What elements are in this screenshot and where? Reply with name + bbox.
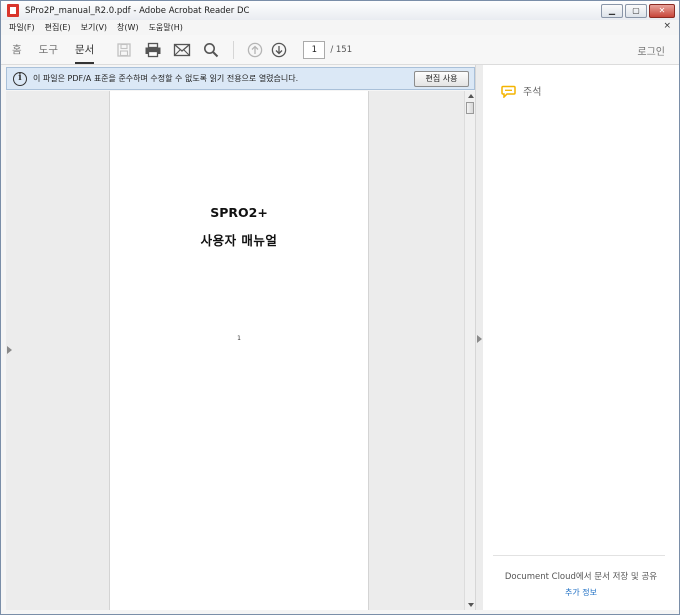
login-link[interactable]: 로그인: [637, 43, 665, 58]
toolbar: 홈 도구 문서 1 / 151 로그인: [1, 35, 679, 65]
save-icon[interactable]: [114, 40, 134, 60]
document-title: SPRO2+: [210, 205, 268, 220]
pdf-page: SPRO2+ 사용자 매뉴얼 1: [109, 91, 369, 610]
page-number-input[interactable]: 1: [303, 40, 326, 59]
comment-tool[interactable]: 주석: [501, 83, 542, 99]
document-viewport[interactable]: SPRO2+ 사용자 매뉴얼 1: [6, 91, 475, 610]
menu-help[interactable]: 도움말(H): [149, 22, 183, 33]
left-panel-toggle-icon[interactable]: [7, 346, 12, 354]
acrobat-window: SPro2P_manual_R2.0.pdf - Adobe Acrobat R…: [0, 0, 680, 615]
email-icon[interactable]: [172, 40, 192, 60]
pane-splitter[interactable]: [475, 65, 483, 610]
page-down-icon[interactable]: [269, 40, 289, 60]
info-message: 이 파일은 PDF/A 표준을 준수하며 수정할 수 없도록 읽기 전용으로 열…: [33, 74, 299, 83]
toolbar-separator: [233, 40, 235, 59]
tab-tools[interactable]: 도구: [39, 35, 58, 65]
page-total: / 151: [330, 44, 353, 55]
print-icon[interactable]: [143, 40, 163, 60]
scroll-down-icon[interactable]: [468, 603, 474, 607]
title-bar: SPro2P_manual_R2.0.pdf - Adobe Acrobat R…: [1, 1, 679, 20]
maximize-button[interactable]: ▢: [625, 4, 647, 18]
minimize-button[interactable]: ▁: [601, 4, 623, 18]
right-pane: 주석 Document Cloud에서 문서 저장 및 공유 추가 정보: [483, 65, 679, 610]
menu-view[interactable]: 보기(V): [81, 22, 107, 33]
close-button[interactable]: ✕: [649, 4, 675, 18]
document-subtitle: 사용자 매뉴얼: [200, 233, 278, 248]
menu-edit[interactable]: 편집(E): [45, 22, 71, 33]
acrobat-app-icon: [7, 4, 19, 17]
enable-editing-button[interactable]: 편집 사용: [414, 71, 469, 87]
comment-icon: [501, 85, 516, 99]
comment-label: 주석: [523, 87, 542, 98]
right-pane-divider: [493, 555, 665, 556]
window-controls: ▁ ▢ ✕: [601, 4, 675, 18]
right-panel-toggle-icon[interactable]: [477, 335, 482, 343]
document-cloud-text: Document Cloud에서 문서 저장 및 공유: [504, 572, 658, 582]
page-footer-number: 1: [237, 335, 241, 342]
search-icon[interactable]: [201, 40, 221, 60]
close-document-button[interactable]: ×: [663, 21, 671, 31]
scroll-up-icon[interactable]: [468, 94, 474, 98]
menu-window[interactable]: 창(W): [117, 22, 139, 33]
menu-bar: 파일(F) 편집(E) 보기(V) 창(W) 도움말(H) ×: [1, 20, 679, 35]
info-icon: i: [13, 71, 27, 86]
window-title: SPro2P_manual_R2.0.pdf - Adobe Acrobat R…: [25, 5, 250, 16]
tab-home[interactable]: 홈: [12, 35, 22, 65]
page-up-icon[interactable]: [245, 40, 265, 60]
more-info-link[interactable]: 추가 정보: [483, 587, 679, 598]
tab-document[interactable]: 문서: [75, 35, 95, 65]
scroll-thumb[interactable]: [466, 102, 474, 114]
vertical-scrollbar[interactable]: [464, 91, 475, 610]
menu-file[interactable]: 파일(F): [9, 22, 35, 33]
info-bar: i 이 파일은 PDF/A 표준을 준수하며 수정할 수 없도록 읽기 전용으로…: [6, 67, 475, 90]
